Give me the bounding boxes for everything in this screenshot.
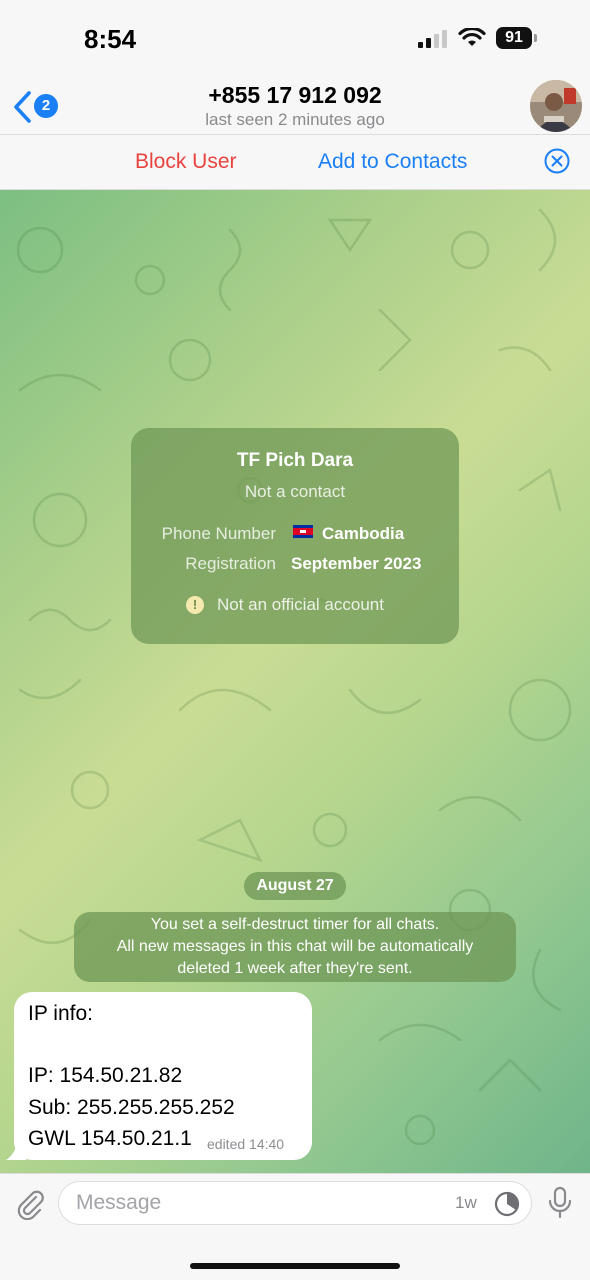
add-to-contacts-button[interactable]: Add to Contacts bbox=[318, 150, 467, 174]
service-line: You set a self-destruct timer for all ch… bbox=[150, 916, 440, 933]
microphone-icon[interactable] bbox=[546, 1186, 574, 1220]
close-icon[interactable] bbox=[544, 148, 570, 174]
date-separator: August 27 bbox=[244, 872, 346, 900]
message-line: GWL 154.50.21.1 bbox=[28, 1127, 192, 1150]
contact-action-bar: Block User Add to Contacts bbox=[0, 134, 590, 190]
contact-info-card: TF Pich Dara Not a contact Phone Number … bbox=[131, 428, 459, 644]
service-line: All new messages in this chat will be au… bbox=[116, 938, 474, 955]
registration-value: September 2023 bbox=[291, 554, 422, 573]
battery-level: 91 bbox=[496, 27, 532, 49]
self-destruct-timer-label: 1w bbox=[455, 1193, 477, 1212]
message-input[interactable]: Message 1w bbox=[58, 1181, 532, 1225]
status-bar: 8:54 91 bbox=[0, 0, 590, 80]
contact-status: Not a contact bbox=[244, 482, 346, 501]
timer-icon[interactable] bbox=[493, 1190, 521, 1218]
avatar[interactable] bbox=[530, 80, 582, 132]
message-line: Sub: 255.255.255.252 bbox=[28, 1096, 235, 1119]
registration-label: Registration bbox=[185, 554, 276, 573]
service-line: deleted 1 week after they're sent. bbox=[177, 960, 413, 977]
chat-title[interactable]: +855 17 912 092 bbox=[0, 82, 590, 109]
chat-area[interactable]: TF Pich Dara Not a contact Phone Number … bbox=[0, 190, 590, 1173]
cambodia-flag-icon bbox=[293, 525, 313, 538]
wifi-icon bbox=[458, 28, 486, 46]
warning-icon: ! bbox=[186, 596, 204, 614]
paperclip-icon[interactable] bbox=[14, 1188, 46, 1220]
battery-nub bbox=[534, 34, 537, 42]
chat-header: 2 +855 17 912 092 last seen 2 minutes ag… bbox=[0, 80, 590, 134]
status-time: 8:54 bbox=[84, 24, 137, 54]
phone-number-label: Phone Number bbox=[161, 524, 276, 543]
phone-country-value: Cambodia bbox=[322, 524, 405, 543]
home-indicator bbox=[190, 1263, 400, 1269]
message-input-bar: Message 1w bbox=[0, 1173, 590, 1280]
contact-name: TF Pich Dara bbox=[236, 450, 354, 471]
message-edited-time: edited 14:40 bbox=[207, 1136, 285, 1152]
cellular-signal-icon bbox=[418, 30, 447, 48]
avatar-photo bbox=[530, 80, 582, 132]
official-account-warning: Not an official account bbox=[217, 595, 384, 614]
self-destruct-service-message: You set a self-destruct timer for all ch… bbox=[74, 912, 516, 982]
message-line: IP: 154.50.21.82 bbox=[28, 1064, 183, 1087]
incoming-message-bubble[interactable]: IP info: IP: 154.50.21.82 Sub: 255.255.2… bbox=[14, 992, 312, 1160]
message-placeholder: Message bbox=[76, 1191, 162, 1214]
last-seen-status: last seen 2 minutes ago bbox=[205, 110, 385, 129]
message-line: IP info: bbox=[28, 1002, 93, 1025]
block-user-button[interactable]: Block User bbox=[135, 150, 237, 174]
